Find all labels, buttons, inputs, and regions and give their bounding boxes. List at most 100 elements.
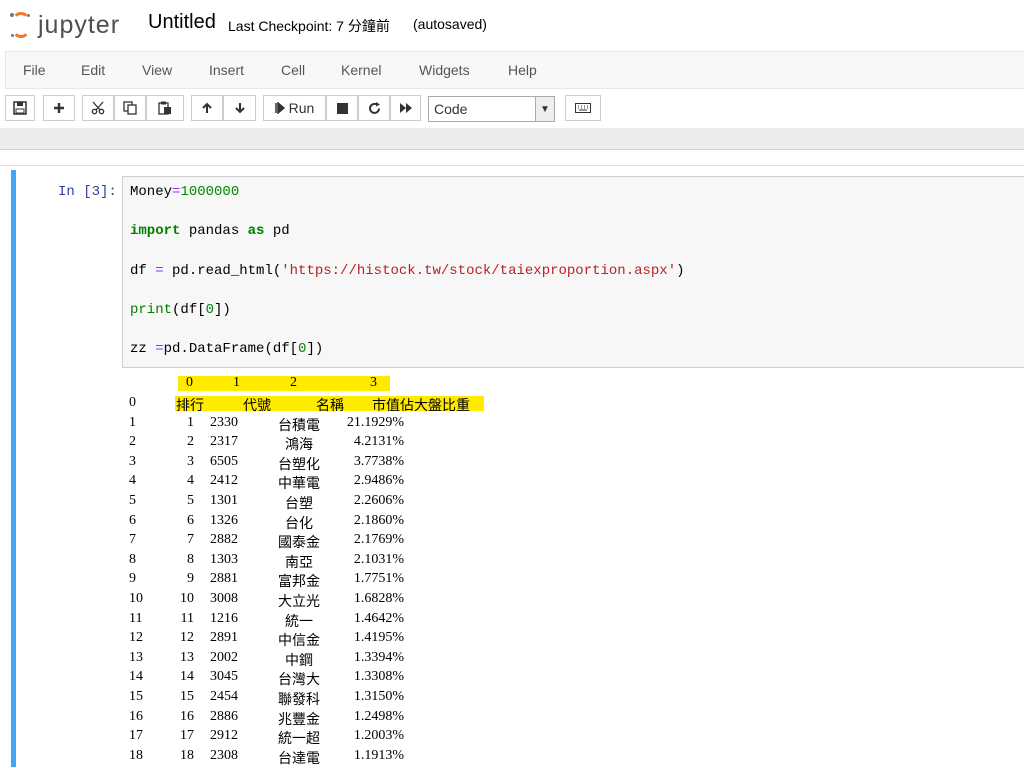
highlight-mark — [178, 376, 390, 391]
table-cell: 2002 — [210, 649, 238, 665]
table-cell: 21.1929% — [346, 414, 404, 430]
table-cell: 1303 — [210, 551, 238, 567]
table-cell: 富邦金 — [278, 575, 320, 591]
table-cell: 2308 — [210, 747, 238, 763]
menu-kernel[interactable]: Kernel — [341, 62, 381, 78]
row-index: 9 — [129, 571, 136, 587]
autosave-status: (autosaved) — [413, 16, 487, 32]
number-literal: 0 — [298, 341, 307, 357]
chevron-down-icon: ▼ — [535, 97, 554, 121]
menu-edit[interactable]: Edit — [81, 62, 105, 78]
table-cell: 南亞 — [285, 555, 313, 571]
number-literal: 1000000 — [180, 184, 240, 200]
logo-text: jupyter — [38, 10, 121, 39]
table-cell: 10 — [180, 591, 194, 606]
table-cell: 2881 — [210, 571, 238, 587]
table-cell: 12 — [180, 630, 194, 646]
table-cell: 3.7738% — [353, 453, 404, 469]
run-icon — [274, 102, 285, 114]
table-cell: 6 — [187, 512, 194, 528]
header-separator-band — [0, 128, 1024, 149]
table-cell: 1.2003% — [353, 728, 404, 744]
number-literal: 0 — [205, 302, 215, 318]
save-button[interactable] — [5, 95, 35, 121]
move-down-button[interactable] — [223, 95, 256, 121]
table-cell: 鴻海 — [285, 438, 313, 454]
row-index: 13 — [129, 649, 143, 665]
cell-type-value: Code — [434, 101, 468, 117]
selected-cell-indicator — [11, 170, 16, 767]
row-index: 17 — [129, 728, 143, 744]
table-cell: 2.1769% — [353, 532, 404, 548]
table-cell: 1.1913% — [353, 747, 404, 763]
table-cell: 1.3150% — [353, 689, 404, 704]
table-cell: 代號 — [243, 399, 271, 414]
menu-widgets[interactable]: Widgets — [419, 62, 470, 78]
copy-button[interactable] — [114, 95, 146, 121]
row-index: 18 — [129, 747, 143, 763]
column-header: 2 — [290, 375, 297, 390]
jupyter-logo[interactable]: jupyter — [10, 10, 120, 40]
row-index: 4 — [129, 473, 136, 489]
table-cell: 9 — [187, 571, 194, 587]
table-cell: 7 — [187, 532, 194, 548]
keyboard-icon — [575, 103, 591, 113]
jupyter-logo-icon — [10, 12, 32, 38]
paste-icon — [158, 101, 171, 115]
row-index: 7 — [129, 532, 136, 548]
run-button[interactable]: Run — [263, 95, 326, 121]
row-index: 15 — [129, 689, 143, 704]
row-index: 5 — [129, 493, 136, 508]
cut-button[interactable] — [82, 95, 114, 121]
table-cell: 2912 — [210, 728, 238, 744]
table-cell: 6505 — [210, 453, 238, 469]
table-cell: 2454 — [210, 689, 238, 704]
menubar: File Edit View Insert Cell Kernel Widget… — [5, 51, 1024, 89]
table-cell: 市值佔大盤比重 — [372, 399, 470, 414]
table-cell: 1 — [187, 414, 194, 430]
table-cell: 名稱 — [316, 399, 344, 414]
restart-button[interactable] — [358, 95, 390, 121]
code-line-1: Money=1000000 — [130, 184, 239, 200]
builtin: print — [130, 302, 173, 318]
notebook-title[interactable]: Untitled — [148, 11, 216, 34]
restart-run-all-button[interactable] — [390, 95, 421, 121]
row-index: 11 — [129, 610, 143, 626]
insert-cell-button[interactable] — [43, 95, 75, 121]
table-cell: 4 — [187, 473, 194, 489]
menu-view[interactable]: View — [142, 62, 172, 78]
table-cell: 16 — [180, 708, 194, 724]
save-icon — [13, 101, 27, 115]
menu-insert[interactable]: Insert — [209, 62, 244, 78]
move-up-button[interactable] — [191, 95, 223, 121]
menu-file[interactable]: File — [23, 62, 46, 78]
table-cell: 排行 — [176, 399, 204, 414]
table-cell: 1.3394% — [353, 649, 404, 665]
table-cell: 1.3308% — [353, 669, 404, 685]
arrow-down-icon — [234, 103, 245, 114]
code-line-4: print(df[0]) — [130, 302, 231, 318]
table-cell: 1.4195% — [353, 630, 404, 646]
paste-button[interactable] — [146, 95, 184, 121]
keyword: import — [130, 223, 181, 239]
table-cell: 聯發科 — [278, 693, 320, 708]
cell-type-select[interactable]: Code ▼ — [428, 96, 555, 122]
table-cell: 2.9486% — [353, 473, 404, 489]
row-index: 10 — [129, 591, 143, 606]
row-index: 3 — [129, 453, 136, 469]
menu-help[interactable]: Help — [508, 62, 537, 78]
table-cell: 台化 — [285, 516, 313, 532]
table-cell: 2.2606% — [353, 493, 404, 508]
plus-icon — [54, 103, 64, 113]
table-cell: 台積電 — [278, 418, 320, 434]
table-cell: 3045 — [210, 669, 238, 685]
keyword: as — [247, 223, 265, 239]
menu-cell[interactable]: Cell — [281, 62, 305, 78]
table-cell: 2891 — [210, 630, 238, 646]
table-cell: 1.4642% — [353, 610, 404, 626]
code-line-3: df = pd.read_html('https://histock.tw/st… — [130, 263, 685, 279]
table-cell: 台塑化 — [278, 457, 320, 473]
notebook-panel-edge — [0, 165, 1024, 166]
command-palette-button[interactable] — [565, 95, 601, 121]
interrupt-button[interactable] — [326, 95, 358, 121]
